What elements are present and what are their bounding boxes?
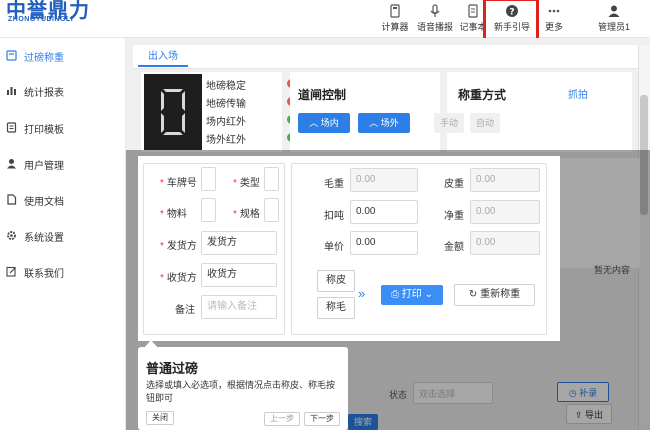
- amount-label: 金额: [444, 242, 464, 253]
- weigh-gross-button[interactable]: 称毛: [317, 297, 355, 319]
- unit-price-label: 单价: [324, 242, 344, 253]
- sidebar-item-label: 系统设置: [24, 233, 64, 244]
- chevron-down-icon: ⌄: [421, 289, 433, 300]
- gross-weight-label: 毛重: [324, 179, 344, 190]
- sidebar-item-label: 统计报表: [24, 88, 64, 99]
- print-label: 打印: [401, 289, 422, 300]
- double-chevron-right-icon: »: [358, 286, 366, 301]
- edit-icon: [6, 266, 16, 277]
- bar-chart-icon: [7, 87, 16, 95]
- sidebar-item-user-management[interactable]: 用户管理: [0, 146, 126, 182]
- sidebar-item-label: 使用文档: [24, 197, 64, 208]
- manual-mode-button[interactable]: 手动: [434, 113, 464, 133]
- guide-highlight-frame: [483, 0, 539, 43]
- auto-mode-button[interactable]: 自动: [470, 113, 500, 133]
- receiver-input[interactable]: 收货方: [201, 263, 277, 287]
- status-label-stable: 地磅稳定: [206, 81, 246, 92]
- refresh-icon: ↻: [468, 289, 481, 300]
- logo-subtext: ZHONGYUDINGLI: [8, 16, 74, 23]
- document-icon: [7, 194, 17, 205]
- more-button[interactable]: 更多: [540, 0, 568, 38]
- tare-weight-field: 0.00: [470, 168, 540, 192]
- deduction-label: 扣吨: [324, 211, 344, 222]
- tare-weight-label: 皮重: [444, 179, 464, 190]
- sidebar-item-label: 打印模板: [24, 125, 64, 136]
- net-weight-label: 净重: [444, 211, 464, 222]
- material-label: * 物料: [160, 209, 187, 220]
- voice-broadcast-button[interactable]: 语音播报: [415, 0, 455, 38]
- more-label: 更多: [544, 22, 563, 32]
- sidebar-item-documentation[interactable]: 使用文档: [0, 182, 126, 218]
- unit-price-input[interactable]: 0.00: [350, 231, 418, 255]
- guide-description: 选择或填入必选项，根据情况点击称皮、称毛按钮即可: [146, 380, 336, 403]
- gate-out-label: 场外: [380, 118, 399, 128]
- weight-digit: [161, 89, 185, 135]
- sidebar-item-print-template[interactable]: 打印模板: [0, 110, 126, 146]
- user-icon: [608, 5, 620, 17]
- plate-number-label: * 车牌号: [160, 178, 197, 189]
- sidebar-item-label: 联系我们: [24, 269, 64, 280]
- status-label-inner-infrared: 场内红外: [206, 117, 246, 128]
- voice-broadcast-label: 语音播报: [416, 22, 453, 32]
- sidebar-item-reports[interactable]: 统计报表: [0, 73, 126, 109]
- gate-control-panel: [290, 72, 440, 152]
- type-select[interactable]: [264, 167, 279, 191]
- remark-input[interactable]: 请输入备注: [201, 295, 277, 319]
- net-weight-field: 0.00: [470, 200, 540, 224]
- chevron-up-icon: ︿: [369, 118, 381, 128]
- sidebar-item-settings[interactable]: 系统设置: [0, 218, 126, 254]
- deduction-input[interactable]: 0.00: [350, 200, 418, 224]
- gate-control-title: 道闸控制: [298, 88, 347, 102]
- gross-weight-field: 0.00: [350, 168, 418, 192]
- guide-prev-button[interactable]: 上一步: [264, 412, 300, 426]
- gate-out-button[interactable]: ︿ 场外: [358, 113, 410, 133]
- logo: 中誉鼎力 ZHONGYUDINGLI: [6, 0, 106, 38]
- gate-in-label: 场内: [320, 118, 339, 128]
- sidebar: 过磅称重 统计报表 打印模板 用户管理 使用文档 系统设置 联系我们: [0, 38, 126, 430]
- more-icon: [548, 9, 560, 13]
- tab-inbound[interactable]: 出入场: [138, 47, 188, 67]
- amount-field: 0.00: [470, 231, 540, 255]
- shipper-label: * 发货方: [160, 241, 197, 252]
- notepad-icon: [468, 4, 478, 18]
- weigh-mode-panel: [447, 72, 632, 152]
- reweigh-button[interactable]: ↻ 重新称重: [454, 284, 535, 306]
- calculator-label: 计算器: [381, 22, 409, 32]
- type-label: * 类型: [233, 178, 260, 189]
- calculator-icon: [390, 4, 400, 18]
- printer-icon: ⎙: [391, 289, 402, 300]
- guide-close-button[interactable]: 关闭: [146, 411, 174, 425]
- sidebar-item-label: 过磅称重: [24, 53, 64, 64]
- status-label-outer-infrared: 场外红外: [206, 135, 246, 146]
- sidebar-item-label: 用户管理: [24, 161, 64, 172]
- guide-title: 普通过磅: [146, 361, 199, 376]
- microphone-icon: [430, 4, 440, 17]
- gate-in-button[interactable]: ︿ 场内: [298, 113, 350, 133]
- print-button[interactable]: ⎙ 打印 ⌄: [381, 285, 443, 305]
- weigh-tare-button[interactable]: 称皮: [317, 270, 355, 292]
- plate-number-input[interactable]: [201, 167, 216, 191]
- user-name-label: 管理员1: [597, 22, 630, 32]
- scale-icon: [6, 50, 17, 61]
- tab-bar: [133, 45, 643, 69]
- chevron-up-icon: ︿: [309, 118, 321, 128]
- gear-icon: [7, 231, 16, 240]
- material-select[interactable]: [201, 198, 216, 222]
- user-menu-button[interactable]: 管理员1: [594, 0, 634, 38]
- sidebar-item-contact[interactable]: 联系我们: [0, 254, 126, 290]
- shipper-input[interactable]: 发货方: [201, 231, 277, 255]
- status-label-transmission: 地磅传输: [206, 99, 246, 110]
- weigh-mode-title: 称重方式: [458, 88, 507, 102]
- print-template-icon: [6, 122, 17, 133]
- spec-select[interactable]: [264, 198, 279, 222]
- reweigh-label: 重新称重: [480, 289, 521, 300]
- guide-next-button[interactable]: 下一步: [304, 412, 340, 426]
- spec-label: * 规格: [233, 209, 260, 220]
- calculator-button[interactable]: 计算器: [378, 0, 412, 38]
- capture-link[interactable]: 抓拍: [568, 86, 588, 101]
- remark-label: 备注: [175, 305, 195, 316]
- sidebar-item-weighing[interactable]: 过磅称重: [0, 38, 126, 74]
- user-icon: [7, 159, 16, 169]
- receiver-label: * 收货方: [160, 273, 197, 284]
